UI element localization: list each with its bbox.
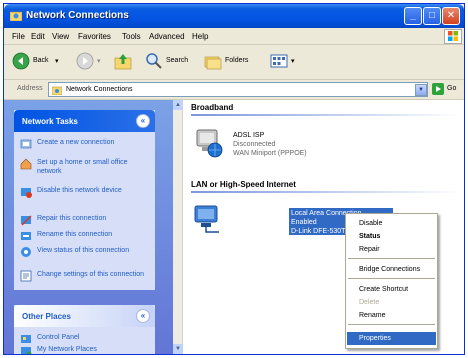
broadband-connection-text[interactable]: ADSL ISP Disconnected WAN Miniport (PPPO… xyxy=(233,131,307,158)
menu-favorites[interactable]: Favorites xyxy=(78,32,111,41)
close-button[interactable]: ✕ xyxy=(442,7,460,25)
rename-icon xyxy=(21,232,31,240)
network-connections-window: Network Connections _ □ ✕ File Edit View… xyxy=(3,3,465,355)
new-connection-icon xyxy=(20,139,32,149)
scroll-up-icon[interactable]: ▲ xyxy=(173,100,183,110)
vertical-scrollbar[interactable]: ▲ ▼ xyxy=(173,100,183,354)
menu-separator xyxy=(348,278,435,279)
network-folder-icon xyxy=(52,86,62,95)
address-bar: Address Network Connections ▼ Go xyxy=(4,80,464,100)
network-tasks-panel: Network Tasks « Create a new connection … xyxy=(14,110,155,290)
menu-item-properties[interactable]: Properties xyxy=(347,332,436,345)
search-label: Search xyxy=(166,57,189,64)
menu-item-rename[interactable]: Rename xyxy=(347,309,436,322)
menu-file[interactable]: File xyxy=(12,32,25,41)
repair-icon xyxy=(21,215,32,226)
up-folder-button[interactable] xyxy=(114,52,134,72)
other-places-header[interactable]: Other Places « xyxy=(14,305,155,327)
task-label: Set up a home or small office network xyxy=(37,159,128,175)
network-tasks-header[interactable]: Network Tasks « xyxy=(14,110,155,132)
collapse-icon[interactable]: « xyxy=(136,114,150,128)
menu-item-status[interactable]: Status xyxy=(347,230,436,243)
address-dropdown-icon[interactable]: ▼ xyxy=(415,84,427,96)
place-label: Control Panel xyxy=(37,334,80,341)
status-icon xyxy=(21,247,31,257)
address-label: Address xyxy=(17,85,43,92)
chevron-down-icon[interactable]: ▾ xyxy=(97,57,101,65)
views-button[interactable]: ▾ xyxy=(270,52,300,72)
back-button[interactable]: Back ▾ xyxy=(12,52,68,72)
go-arrow-icon[interactable] xyxy=(432,83,444,95)
task-label: Create a new connection xyxy=(37,139,115,146)
section-divider xyxy=(191,191,461,193)
menu-item-bridge-connections[interactable]: Bridge Connections xyxy=(347,263,436,276)
task-label: Repair this connection xyxy=(37,215,107,222)
place-label: My Network Places xyxy=(37,346,97,353)
search-button[interactable]: Search xyxy=(145,52,201,72)
other-places-title: Other Places xyxy=(22,312,71,321)
task-label: Rename this connection xyxy=(37,231,113,238)
title-bar[interactable]: Network Connections _ □ ✕ xyxy=(4,4,464,28)
window-title: Network Connections xyxy=(26,10,129,21)
maximize-button[interactable]: □ xyxy=(423,7,441,25)
control-panel-icon xyxy=(21,335,31,343)
search-icon xyxy=(146,53,162,69)
standard-toolbar: Back ▾ ▾ Search Folders ▾ xyxy=(4,45,464,80)
folders-label: Folders xyxy=(225,57,249,64)
folders-button[interactable]: Folders xyxy=(204,52,262,72)
forward-button[interactable]: ▾ xyxy=(76,52,104,72)
task-label: Change settings of this connection xyxy=(37,271,145,278)
network-tasks-title: Network Tasks xyxy=(22,117,78,126)
settings-icon xyxy=(20,270,32,282)
folders-icon xyxy=(204,56,222,70)
menu-help[interactable]: Help xyxy=(192,32,208,41)
menu-separator xyxy=(348,324,435,325)
address-value: Network Connections xyxy=(66,86,133,93)
chevron-down-icon[interactable]: ▾ xyxy=(55,57,59,65)
network-folder-icon xyxy=(10,11,22,21)
disable-device-icon xyxy=(21,188,32,198)
go-button[interactable]: Go xyxy=(447,85,456,92)
collapse-icon[interactable]: « xyxy=(136,309,150,323)
broadband-device: WAN Miniport (PPPOE) xyxy=(233,150,307,157)
broadband-status: Disconnected xyxy=(233,141,276,148)
home-network-icon xyxy=(20,158,32,170)
menu-view[interactable]: View xyxy=(52,32,69,41)
windows-logo-icon xyxy=(444,29,462,44)
menu-advanced[interactable]: Advanced xyxy=(149,32,185,41)
forward-arrow-icon xyxy=(76,52,94,70)
up-folder-icon xyxy=(114,54,132,70)
address-input[interactable]: Network Connections xyxy=(48,82,428,97)
broadband-connection-icon[interactable] xyxy=(193,128,223,158)
broadband-heading: Broadband xyxy=(191,103,234,112)
lan-connection-icon[interactable] xyxy=(193,204,223,234)
minimize-button[interactable]: _ xyxy=(404,7,422,25)
network-places-icon xyxy=(21,347,32,354)
broadband-name: ADSL ISP xyxy=(233,132,265,139)
chevron-down-icon[interactable]: ▾ xyxy=(291,57,295,65)
menu-separator xyxy=(348,258,435,259)
menu-tools[interactable]: Tools xyxy=(122,32,141,41)
lan-status: Enabled xyxy=(291,219,317,226)
views-icon xyxy=(270,54,288,68)
back-arrow-icon xyxy=(12,52,30,70)
menu-bar: File Edit View Favorites Tools Advanced … xyxy=(4,28,464,45)
menu-item-repair[interactable]: Repair xyxy=(347,243,436,256)
lan-heading: LAN or High-Speed Internet xyxy=(191,180,296,189)
other-places-panel: Other Places « Control Panel My Network … xyxy=(14,305,155,354)
menu-item-delete[interactable]: Delete xyxy=(347,296,436,309)
task-pane: Network Tasks « Create a new connection … xyxy=(4,100,173,354)
context-menu: Disable Status Repair Bridge Connections… xyxy=(345,213,438,349)
menu-edit[interactable]: Edit xyxy=(31,32,45,41)
scroll-down-icon[interactable]: ▼ xyxy=(173,344,183,354)
task-label: Disable this network device xyxy=(37,187,122,194)
section-divider xyxy=(191,114,461,116)
menu-item-create-shortcut[interactable]: Create Shortcut xyxy=(347,283,436,296)
back-label: Back xyxy=(33,57,49,64)
menu-item-disable[interactable]: Disable xyxy=(347,217,436,230)
task-label: View status of this connection xyxy=(37,247,130,254)
